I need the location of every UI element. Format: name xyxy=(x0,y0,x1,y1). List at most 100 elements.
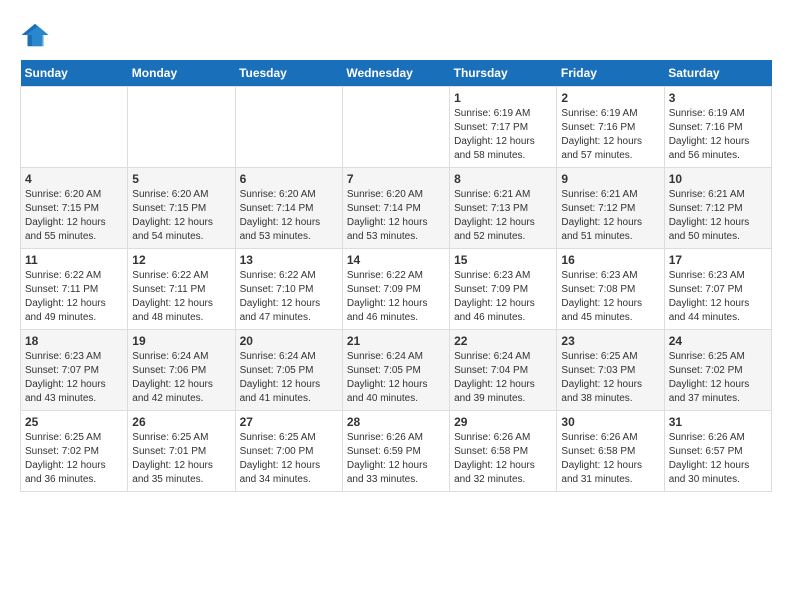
day-info: Sunrise: 6:21 AM Sunset: 7:12 PM Dayligh… xyxy=(561,188,659,244)
day-info: Sunrise: 6:22 AM Sunset: 7:11 PM Dayligh… xyxy=(25,269,123,325)
day-info: Sunrise: 6:26 AM Sunset: 6:57 PM Dayligh… xyxy=(669,431,767,487)
calendar-cell: 30 Sunrise: 6:26 AM Sunset: 6:58 PM Dayli… xyxy=(557,411,664,492)
day-info: Sunrise: 6:25 AM Sunset: 7:02 PM Dayligh… xyxy=(669,350,767,406)
calendar-cell: 10 Sunrise: 6:21 AM Sunset: 7:12 PM Dayli… xyxy=(664,168,771,249)
day-info: Sunrise: 6:23 AM Sunset: 7:07 PM Dayligh… xyxy=(25,350,123,406)
day-number: 19 xyxy=(132,334,230,348)
day-info: Sunrise: 6:22 AM Sunset: 7:10 PM Dayligh… xyxy=(240,269,338,325)
day-number: 30 xyxy=(561,415,659,429)
calendar-cell: 7 Sunrise: 6:20 AM Sunset: 7:14 PM Daylig… xyxy=(342,168,449,249)
day-number: 7 xyxy=(347,172,445,186)
calendar-table: SundayMondayTuesdayWednesdayThursdayFrid… xyxy=(20,60,772,492)
calendar-week-row: 4 Sunrise: 6:20 AM Sunset: 7:15 PM Daylig… xyxy=(21,168,772,249)
day-number: 4 xyxy=(25,172,123,186)
day-number: 13 xyxy=(240,253,338,267)
day-info: Sunrise: 6:19 AM Sunset: 7:16 PM Dayligh… xyxy=(561,107,659,163)
calendar-cell: 27Sunrise: 6:25 AM Sunset: 7:00 PM Dayli… xyxy=(235,411,342,492)
day-info: Sunrise: 6:24 AM Sunset: 7:05 PM Dayligh… xyxy=(240,350,338,406)
day-number: 9 xyxy=(561,172,659,186)
day-info: Sunrise: 6:24 AM Sunset: 7:05 PM Dayligh… xyxy=(347,350,445,406)
day-info: Sunrise: 6:21 AM Sunset: 7:13 PM Dayligh… xyxy=(454,188,552,244)
calendar-cell: 28 Sunrise: 6:26 AM Sunset: 6:59 PM Dayli… xyxy=(342,411,449,492)
calendar-cell: 12 Sunrise: 6:22 AM Sunset: 7:11 PM Dayli… xyxy=(128,249,235,330)
calendar-cell: 15 Sunrise: 6:23 AM Sunset: 7:09 PM Dayli… xyxy=(450,249,557,330)
day-info: Sunrise: 6:20 AM Sunset: 7:14 PM Dayligh… xyxy=(347,188,445,244)
weekday-header-wednesday: Wednesday xyxy=(342,60,449,87)
day-info: Sunrise: 6:25 AM Sunset: 7:01 PM Dayligh… xyxy=(132,431,230,487)
day-number: 22 xyxy=(454,334,552,348)
calendar-cell: 18 Sunrise: 6:23 AM Sunset: 7:07 PM Dayli… xyxy=(21,330,128,411)
calendar-cell: 1 Sunrise: 6:19 AM Sunset: 7:17 PM Daylig… xyxy=(450,87,557,168)
weekday-header-row: SundayMondayTuesdayWednesdayThursdayFrid… xyxy=(21,60,772,87)
day-info: Sunrise: 6:22 AM Sunset: 7:11 PM Dayligh… xyxy=(132,269,230,325)
calendar-cell: 17 Sunrise: 6:23 AM Sunset: 7:07 PM Dayli… xyxy=(664,249,771,330)
day-info: Sunrise: 6:26 AM Sunset: 6:59 PM Dayligh… xyxy=(347,431,445,487)
day-info: Sunrise: 6:19 AM Sunset: 7:17 PM Dayligh… xyxy=(454,107,552,163)
calendar-week-row: 25 Sunrise: 6:25 AM Sunset: 7:02 PM Dayli… xyxy=(21,411,772,492)
calendar-cell: 21Sunrise: 6:24 AM Sunset: 7:05 PM Dayli… xyxy=(342,330,449,411)
day-number: 20 xyxy=(240,334,338,348)
calendar-cell: 19 Sunrise: 6:24 AM Sunset: 7:06 PM Dayli… xyxy=(128,330,235,411)
day-number: 18 xyxy=(25,334,123,348)
day-number: 27 xyxy=(240,415,338,429)
calendar-cell: 24 Sunrise: 6:25 AM Sunset: 7:02 PM Dayli… xyxy=(664,330,771,411)
calendar-cell: 25 Sunrise: 6:25 AM Sunset: 7:02 PM Dayli… xyxy=(21,411,128,492)
day-info: Sunrise: 6:24 AM Sunset: 7:06 PM Dayligh… xyxy=(132,350,230,406)
calendar-cell: 5 Sunrise: 6:20 AM Sunset: 7:15 PM Daylig… xyxy=(128,168,235,249)
calendar-cell xyxy=(21,87,128,168)
calendar-cell: 13 Sunrise: 6:22 AM Sunset: 7:10 PM Dayli… xyxy=(235,249,342,330)
calendar-cell: 23Sunrise: 6:25 AM Sunset: 7:03 PM Dayli… xyxy=(557,330,664,411)
calendar-cell: 14 Sunrise: 6:22 AM Sunset: 7:09 PM Dayli… xyxy=(342,249,449,330)
calendar-week-row: 11Sunrise: 6:22 AM Sunset: 7:11 PM Dayli… xyxy=(21,249,772,330)
day-number: 24 xyxy=(669,334,767,348)
calendar-cell: 20 Sunrise: 6:24 AM Sunset: 7:05 PM Dayli… xyxy=(235,330,342,411)
day-number: 28 xyxy=(347,415,445,429)
calendar-cell: 6 Sunrise: 6:20 AM Sunset: 7:14 PM Daylig… xyxy=(235,168,342,249)
logo-icon xyxy=(20,20,50,50)
day-number: 25 xyxy=(25,415,123,429)
day-info: Sunrise: 6:25 AM Sunset: 7:02 PM Dayligh… xyxy=(25,431,123,487)
day-info: Sunrise: 6:22 AM Sunset: 7:09 PM Dayligh… xyxy=(347,269,445,325)
day-info: Sunrise: 6:24 AM Sunset: 7:04 PM Dayligh… xyxy=(454,350,552,406)
day-info: Sunrise: 6:19 AM Sunset: 7:16 PM Dayligh… xyxy=(669,107,767,163)
calendar-cell xyxy=(235,87,342,168)
day-number: 17 xyxy=(669,253,767,267)
calendar-cell: 31 Sunrise: 6:26 AM Sunset: 6:57 PM Dayli… xyxy=(664,411,771,492)
calendar-cell: 29Sunrise: 6:26 AM Sunset: 6:58 PM Dayli… xyxy=(450,411,557,492)
day-number: 5 xyxy=(132,172,230,186)
weekday-header-friday: Friday xyxy=(557,60,664,87)
calendar-cell: 26 Sunrise: 6:25 AM Sunset: 7:01 PM Dayli… xyxy=(128,411,235,492)
day-info: Sunrise: 6:23 AM Sunset: 7:09 PM Dayligh… xyxy=(454,269,552,325)
day-info: Sunrise: 6:21 AM Sunset: 7:12 PM Dayligh… xyxy=(669,188,767,244)
weekday-header-tuesday: Tuesday xyxy=(235,60,342,87)
day-number: 15 xyxy=(454,253,552,267)
day-info: Sunrise: 6:23 AM Sunset: 7:07 PM Dayligh… xyxy=(669,269,767,325)
calendar-cell xyxy=(128,87,235,168)
day-number: 29 xyxy=(454,415,552,429)
calendar-cell: 22 Sunrise: 6:24 AM Sunset: 7:04 PM Dayli… xyxy=(450,330,557,411)
calendar-cell xyxy=(342,87,449,168)
weekday-header-saturday: Saturday xyxy=(664,60,771,87)
day-number: 14 xyxy=(347,253,445,267)
day-number: 12 xyxy=(132,253,230,267)
page-header xyxy=(20,20,772,50)
day-number: 23 xyxy=(561,334,659,348)
day-number: 6 xyxy=(240,172,338,186)
calendar-week-row: 1 Sunrise: 6:19 AM Sunset: 7:17 PM Daylig… xyxy=(21,87,772,168)
calendar-cell: 2 Sunrise: 6:19 AM Sunset: 7:16 PM Daylig… xyxy=(557,87,664,168)
day-number: 1 xyxy=(454,91,552,105)
day-info: Sunrise: 6:20 AM Sunset: 7:15 PM Dayligh… xyxy=(25,188,123,244)
day-info: Sunrise: 6:23 AM Sunset: 7:08 PM Dayligh… xyxy=(561,269,659,325)
calendar-cell: 11Sunrise: 6:22 AM Sunset: 7:11 PM Dayli… xyxy=(21,249,128,330)
day-number: 26 xyxy=(132,415,230,429)
calendar-cell: 3Sunrise: 6:19 AM Sunset: 7:16 PM Daylig… xyxy=(664,87,771,168)
day-number: 8 xyxy=(454,172,552,186)
day-number: 31 xyxy=(669,415,767,429)
calendar-week-row: 18 Sunrise: 6:23 AM Sunset: 7:07 PM Dayli… xyxy=(21,330,772,411)
day-info: Sunrise: 6:26 AM Sunset: 6:58 PM Dayligh… xyxy=(561,431,659,487)
day-info: Sunrise: 6:20 AM Sunset: 7:15 PM Dayligh… xyxy=(132,188,230,244)
day-number: 10 xyxy=(669,172,767,186)
day-number: 2 xyxy=(561,91,659,105)
day-info: Sunrise: 6:20 AM Sunset: 7:14 PM Dayligh… xyxy=(240,188,338,244)
calendar-cell: 9 Sunrise: 6:21 AM Sunset: 7:12 PM Daylig… xyxy=(557,168,664,249)
